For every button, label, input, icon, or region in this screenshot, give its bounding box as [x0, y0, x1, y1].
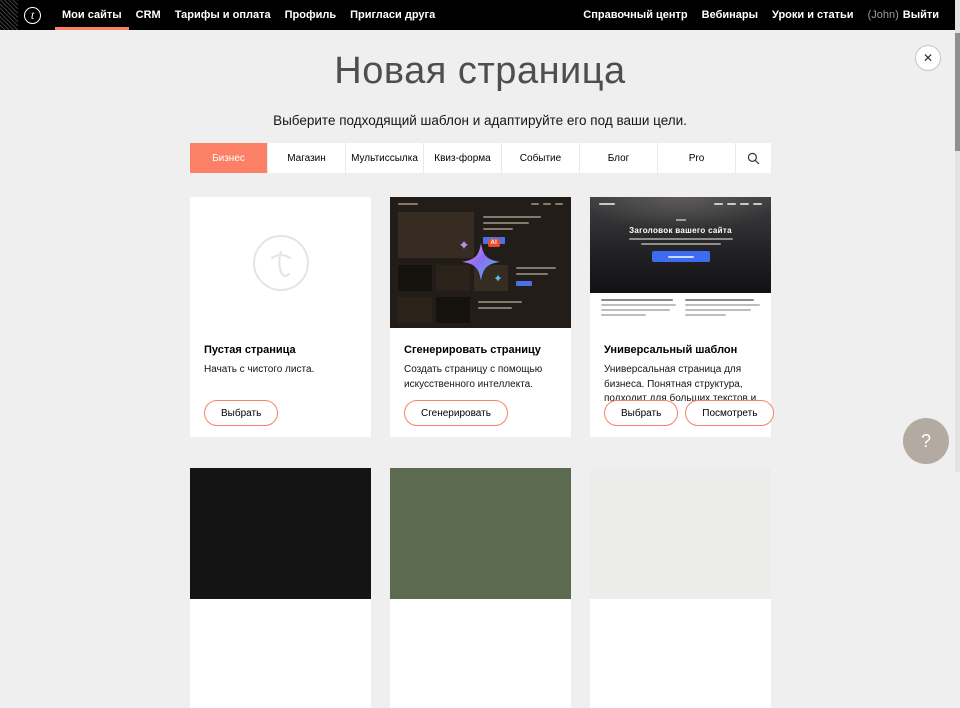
scrollbar-thumb[interactable] [955, 33, 960, 151]
ai-badge: AI [488, 239, 501, 247]
nav-tariffs[interactable]: Тарифы и оплата [168, 0, 278, 30]
tab-business[interactable]: Бизнес [190, 143, 267, 173]
nav-invite-friend[interactable]: Пригласи друга [343, 0, 442, 30]
card-next-row-1[interactable] [190, 468, 371, 708]
corner-texture [0, 0, 18, 30]
nav-crm[interactable]: CRM [129, 0, 168, 30]
nav-help-center[interactable]: Справочный центр [576, 0, 694, 30]
card-title: Сгенерировать страницу [404, 344, 557, 356]
page-title: Новая страница [0, 50, 960, 93]
nav-my-sites[interactable]: Мои сайты [55, 0, 129, 30]
template-preview [190, 468, 371, 599]
card-actions: Выбрать [204, 400, 278, 426]
search-icon [747, 152, 760, 165]
ai-sparkle-icon [453, 233, 509, 289]
tab-pro[interactable]: Pro [657, 143, 735, 173]
universal-template-preview: Заголовок вашего сайта [590, 197, 771, 328]
view-button[interactable]: Посмотреть [685, 400, 774, 426]
preview-cta-button [652, 251, 710, 262]
user-name: (John) [868, 9, 899, 21]
tab-multilink[interactable]: Мультиссылка [345, 143, 423, 173]
page-subtitle: Выберите подходящий шаблон и адаптируйте… [0, 113, 960, 128]
tab-blog[interactable]: Блог [579, 143, 657, 173]
card-actions: Выбрать Посмотреть [604, 400, 774, 426]
logo-wrap: t [18, 0, 49, 30]
search-tab[interactable] [735, 143, 771, 173]
card-title: Пустая страница [204, 344, 357, 356]
logout-link[interactable]: Выйти [903, 9, 939, 21]
nav-webinars[interactable]: Вебинары [695, 0, 765, 30]
blank-page-preview [190, 197, 371, 328]
card-blank-page[interactable]: Пустая страница Начать с чистого листа. … [190, 197, 371, 437]
nav-profile[interactable]: Профиль [278, 0, 343, 30]
tilda-logo-icon[interactable]: t [24, 7, 41, 24]
template-category-tabs: Бизнес Магазин Мультиссылка Квиз-форма С… [190, 143, 771, 173]
tab-event[interactable]: Событие [501, 143, 579, 173]
choose-button[interactable]: Выбрать [604, 400, 678, 426]
generate-button[interactable]: Сгенерировать [404, 400, 508, 426]
card-title: Универсальный шаблон [604, 344, 757, 356]
help-button[interactable]: ? [903, 418, 949, 464]
main-menu: Мои сайты CRM Тарифы и оплата Профиль Пр… [55, 0, 442, 30]
card-body: Сгенерировать страницу Создать страницу … [390, 328, 571, 392]
card-description: Начать с чистого листа. [204, 363, 357, 378]
user-logout[interactable]: (John) Выйти [861, 0, 946, 30]
tab-quiz-form[interactable]: Квиз-форма [423, 143, 501, 173]
template-preview [390, 468, 571, 599]
card-description: Создать страницу с помощью искусственног… [404, 363, 557, 392]
card-generate-ai[interactable]: AI Сгенерировать страницу Создать страни… [390, 197, 571, 437]
scrollbar[interactable] [955, 0, 960, 472]
card-actions: Сгенерировать [404, 400, 508, 426]
preview-site-title: Заголовок вашего сайта [629, 226, 732, 235]
template-preview [590, 468, 771, 599]
template-grid: Пустая страница Начать с чистого листа. … [190, 197, 771, 708]
ai-template-preview: AI [390, 197, 571, 328]
nav-lessons[interactable]: Уроки и статьи [765, 0, 861, 30]
secondary-menu: Справочный центр Вебинары Уроки и статьи… [576, 0, 946, 30]
tilda-watermark-icon [252, 234, 310, 292]
close-button[interactable]: ✕ [915, 45, 941, 71]
card-body: Пустая страница Начать с чистого листа. [190, 328, 371, 378]
card-next-row-3[interactable] [590, 468, 771, 708]
card-next-row-2[interactable] [390, 468, 571, 708]
choose-button[interactable]: Выбрать [204, 400, 278, 426]
tab-shop[interactable]: Магазин [267, 143, 345, 173]
card-universal-template[interactable]: Заголовок вашего сайта [590, 197, 771, 437]
top-nav: t Мои сайты CRM Тарифы и оплата Профиль … [0, 0, 960, 30]
